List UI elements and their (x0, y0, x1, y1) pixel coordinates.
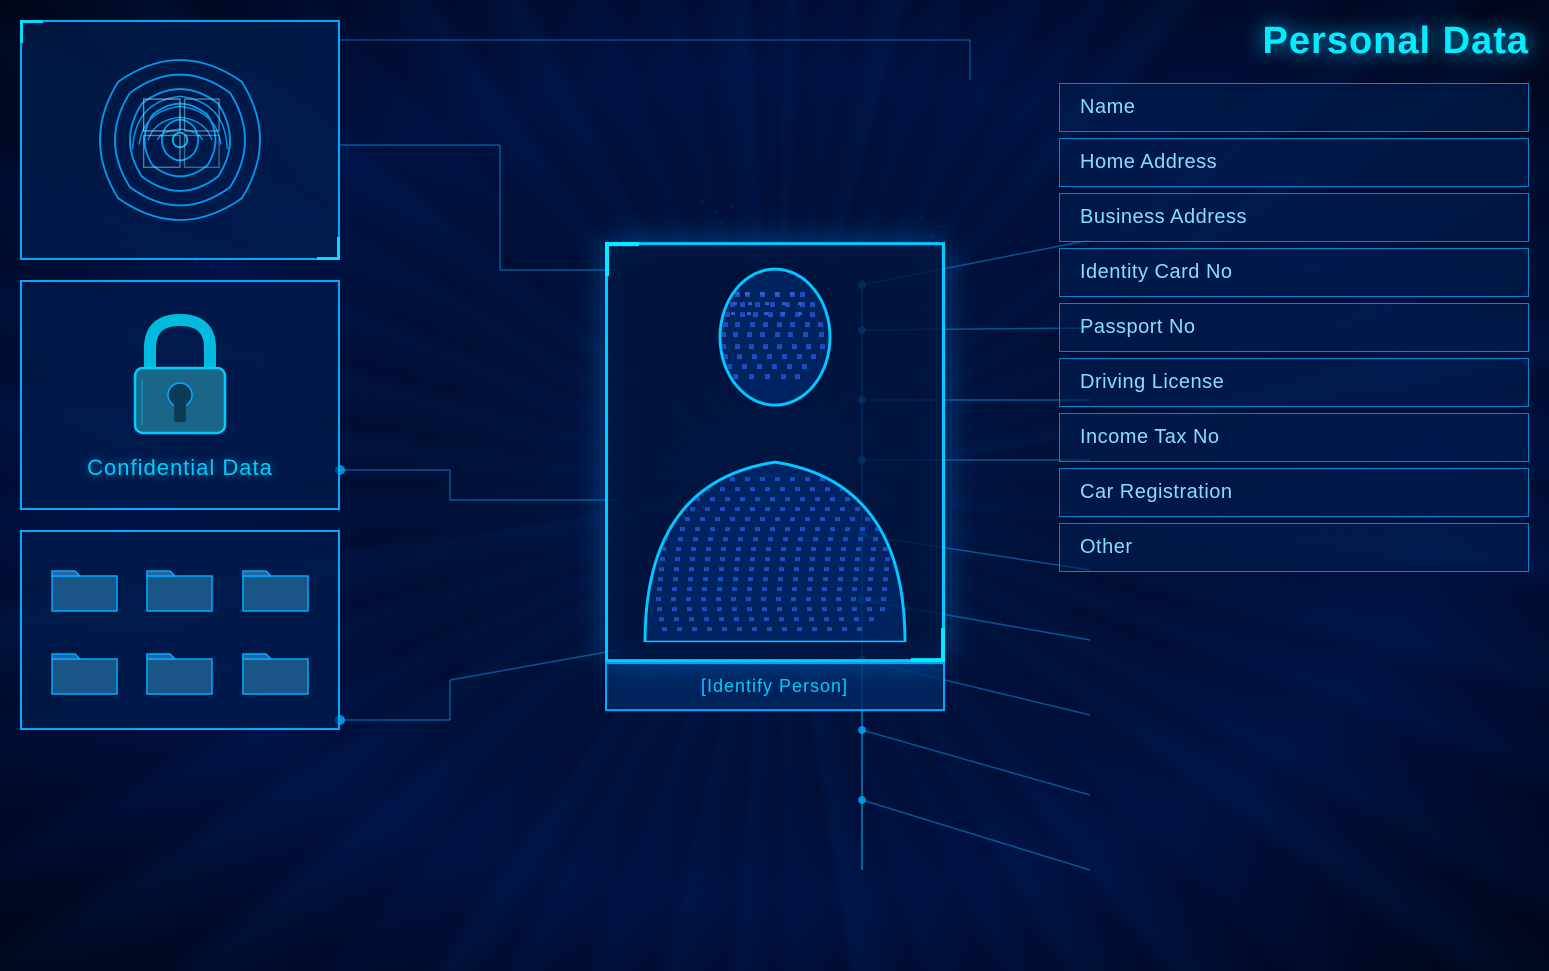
folder-icon-1 (47, 561, 122, 616)
data-item-passport: Passport No (1059, 303, 1529, 352)
confidential-box: Confidential Data (20, 280, 340, 510)
fingerprint-icon (80, 40, 280, 240)
folder-box (20, 530, 340, 730)
folder-icon-4 (47, 644, 122, 699)
data-item-other: Other (1059, 523, 1529, 572)
page-title: Personal Data (1059, 20, 1529, 63)
data-item-identity-card: Identity Card No (1059, 248, 1529, 297)
fingerprint-box (20, 20, 340, 260)
person-card (605, 242, 945, 662)
lock-icon (120, 310, 240, 440)
folder-icon-2 (142, 561, 217, 616)
data-item-business-address: Business Address (1059, 193, 1529, 242)
data-item-car-registration: Car Registration (1059, 468, 1529, 517)
center-panel: [Identify Person] (605, 242, 945, 711)
data-item-income-tax: Income Tax No (1059, 413, 1529, 462)
person-icon (625, 262, 925, 642)
identify-bar: [Identify Person] (605, 662, 945, 711)
left-panel: Confidential Data (20, 20, 380, 730)
data-item-driving-license: Driving License (1059, 358, 1529, 407)
data-item-name: Name (1059, 83, 1529, 132)
right-panel: Personal Data Name Home Address Business… (1059, 20, 1529, 578)
folder-icon-5 (142, 644, 217, 699)
folder-icon-3 (238, 561, 313, 616)
data-item-home-address: Home Address (1059, 138, 1529, 187)
confidential-label: Confidential Data (87, 455, 273, 481)
folder-icon-6 (238, 644, 313, 699)
